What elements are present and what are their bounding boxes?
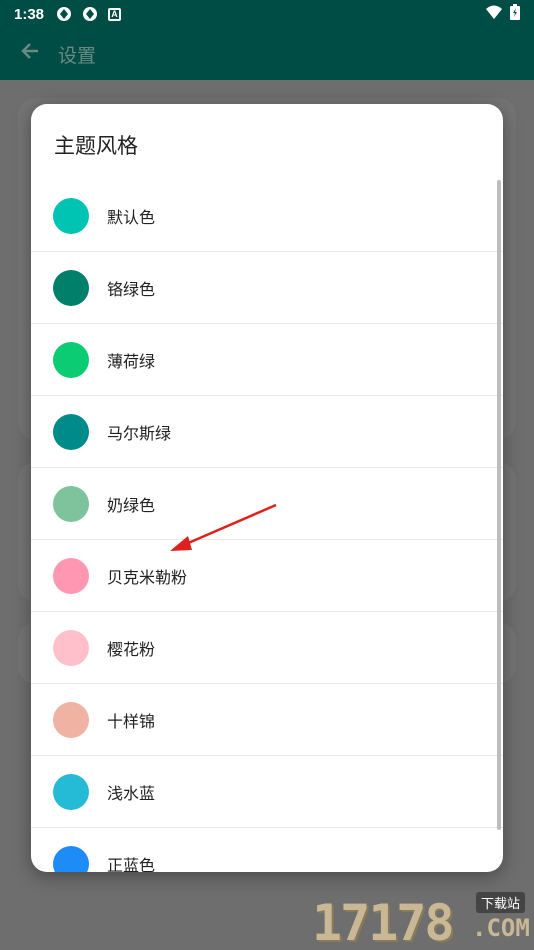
theme-option-label: 铬绿色 (107, 281, 156, 299)
color-swatch (53, 629, 89, 666)
color-swatch (53, 485, 89, 522)
dialog-title: 主题风格 (54, 135, 138, 158)
color-swatch (53, 269, 89, 306)
a-box-icon: A (108, 7, 122, 21)
watermark-digits: 17178 (312, 894, 455, 950)
theme-option-label: 薄荷绿 (107, 353, 156, 371)
theme-option[interactable]: 薄荷绿 (31, 324, 503, 396)
status-bar: 1:38 A (0, 0, 534, 28)
color-swatch (53, 701, 89, 738)
color-swatch (53, 413, 89, 450)
watermark-logo: 17178 下载站 .COM (308, 888, 534, 950)
theme-option-label: 默认色 (107, 209, 156, 227)
color-swatch (53, 845, 89, 872)
theme-option[interactable]: 樱花粉 (31, 612, 503, 684)
app-bar: 设置 (0, 28, 534, 80)
theme-option[interactable]: 铬绿色 (31, 252, 503, 324)
theme-option-label: 奶绿色 (107, 497, 156, 515)
theme-option-label: 十样锦 (107, 713, 156, 731)
status-time: 1:38 (14, 5, 45, 23)
theme-option[interactable]: 浅水蓝 (31, 756, 503, 828)
theme-option[interactable]: 默认色 (31, 180, 503, 252)
watermark-tag: 下载站 (476, 892, 526, 913)
theme-option-label: 樱花粉 (107, 641, 156, 659)
color-swatch (53, 341, 89, 378)
sync-icon (82, 6, 98, 22)
arrow-left-icon[interactable] (20, 41, 44, 67)
color-swatch (53, 197, 89, 234)
theme-option-label: 贝克米勒粉 (107, 569, 188, 587)
sync-icon (56, 6, 72, 22)
theme-dialog: 主题风格 默认色铬绿色薄荷绿马尔斯绿奶绿色贝克米勒粉樱花粉十样锦浅水蓝正蓝色 (31, 104, 503, 872)
color-swatch (53, 557, 89, 594)
theme-option[interactable]: 奶绿色 (31, 468, 503, 540)
theme-option[interactable]: 马尔斯绿 (31, 396, 503, 468)
page-title: 设置 (58, 45, 97, 67)
scrollbar[interactable] (497, 180, 501, 830)
theme-option-label: 马尔斯绿 (107, 425, 172, 443)
theme-option[interactable]: 贝克米勒粉 (31, 540, 503, 612)
battery-icon (510, 4, 520, 24)
theme-list: 默认色铬绿色薄荷绿马尔斯绿奶绿色贝克米勒粉樱花粉十样锦浅水蓝正蓝色 (31, 180, 503, 872)
theme-option-label: 浅水蓝 (107, 785, 156, 803)
theme-option[interactable]: 正蓝色 (31, 828, 503, 872)
theme-option-label: 正蓝色 (107, 857, 156, 873)
color-swatch (53, 773, 89, 810)
watermark-domain: .COM (472, 914, 530, 942)
wifi-icon (486, 5, 502, 23)
theme-option[interactable]: 十样锦 (31, 684, 503, 756)
